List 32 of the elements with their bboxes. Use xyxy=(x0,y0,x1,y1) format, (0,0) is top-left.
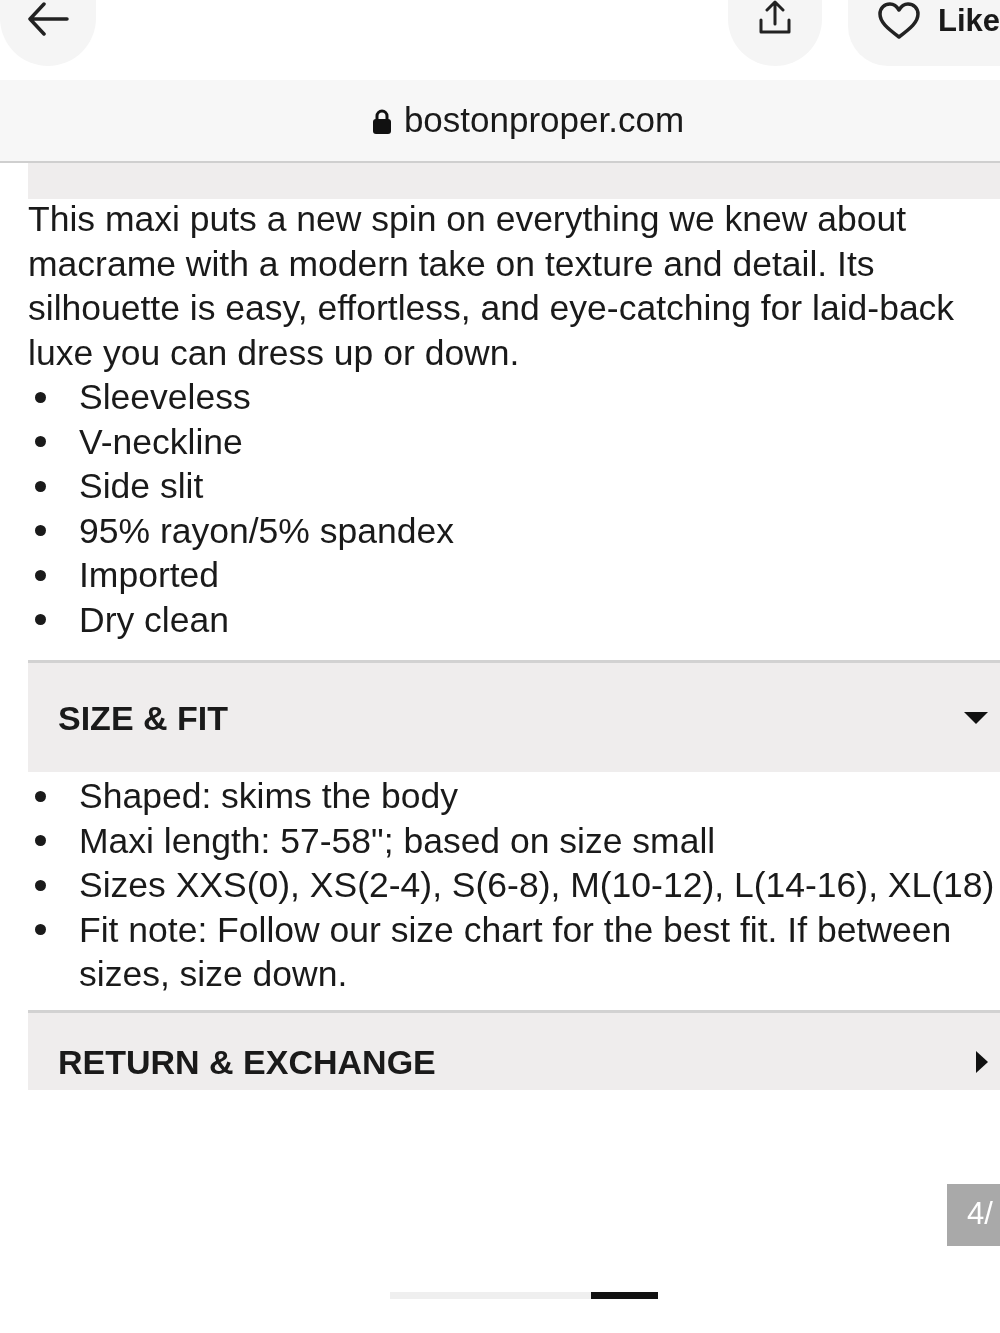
bullet-icon xyxy=(35,391,46,403)
list-item-text: Dry clean xyxy=(79,598,229,642)
list-item-text: Maxi length: 57-58"; based on size small xyxy=(79,819,716,863)
list-item-text: Side slit xyxy=(79,465,204,508)
back-button[interactable] xyxy=(0,0,96,66)
like-button[interactable]: Like xyxy=(848,0,1000,66)
share-button[interactable] xyxy=(728,0,822,66)
list-item-text: Sizes XXS(0), XS(2-4), S(6-8), M(10-12), L(14-16), XL(18) xyxy=(79,864,995,907)
share-icon xyxy=(757,0,793,36)
list-item-text: 95% rayon/5% spandex xyxy=(79,509,454,553)
list-item-text: Fit note: Follow our size chart for the best fit. If between sizes, size down. xyxy=(79,908,953,996)
list-item-text: Shaped: skims the body xyxy=(79,775,458,818)
accordion-header[interactable]: RETURN & EXCHANGE xyxy=(28,1009,1000,1090)
heart-icon xyxy=(878,2,920,40)
bullet-icon xyxy=(35,924,46,935)
address-bar[interactable]: bostonproper.com xyxy=(0,80,1000,163)
accordion-header[interactable]: SIZE & FIT xyxy=(28,660,1000,772)
bullet-icon xyxy=(35,835,46,846)
image-counter: 4/ xyxy=(947,1183,1000,1246)
domain-text: bostonproper.com xyxy=(403,99,685,142)
bullet-icon xyxy=(35,569,46,581)
bullet-icon xyxy=(35,436,46,447)
bullet-icon xyxy=(35,614,46,625)
bullet-icon xyxy=(35,790,46,802)
bullet-icon xyxy=(35,525,46,536)
list-item-text: Imported xyxy=(79,554,220,597)
bullet-icon xyxy=(35,879,46,891)
back-arrow-icon xyxy=(27,2,69,36)
list-item-text: V-neckline xyxy=(79,420,243,464)
bullet-icon xyxy=(35,480,46,492)
list-item-text: Sleeveless xyxy=(79,376,251,419)
description-text: This maxi puts a new spin on everything we knew about macrame with a modern take on texture and detail. Its silhouette is easy, effortless, and eye-catching for laid-back luxe you can dress up or down. xyxy=(28,198,956,375)
